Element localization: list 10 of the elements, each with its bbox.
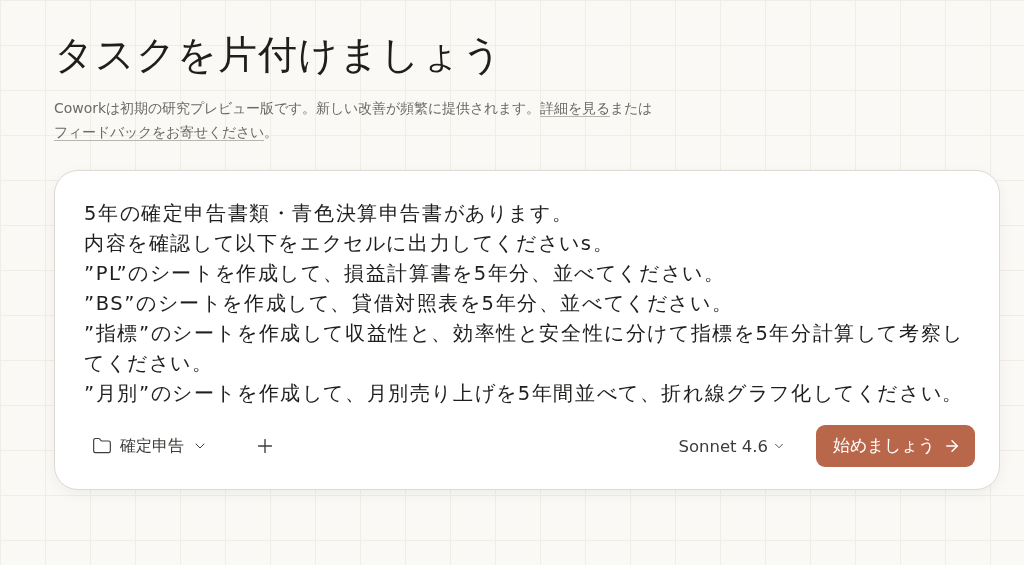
details-link[interactable]: 詳細を見る xyxy=(540,100,611,117)
preview-notice: Coworkは初期の研究プレビュー版です。新しい改善が頻繁に提供されます。詳細を見る または フィードバックをお寄せください。 xyxy=(54,99,654,143)
model-selector[interactable]: Sonnet 4.6 xyxy=(672,435,792,457)
folder-icon xyxy=(92,436,112,456)
folder-button[interactable]: 確定申告 xyxy=(84,431,216,461)
page-title: タスクを片付けましょう xyxy=(54,31,504,79)
arrow-right-icon xyxy=(943,437,961,455)
start-button[interactable]: 始めましょう xyxy=(816,425,975,467)
feedback-link[interactable]: フィードバックをお寄せください xyxy=(54,124,264,141)
prompt-input[interactable]: 5年の確定申告書類・青色決算申告書があります。 内容を確認して以下をエクセルに出力してくださいs。 ”PL”のシートを作成して、損益計算書を5年分、並べてください。 ”BS”のシートを作成して、貸借対照表を5年分、並べてください。 ”指標”のシートを作成して収益性と、効率性と安全性に分けて指標を5年分計算して考察してください。 ”月別”のシートを作成して、月別売り上げを5年間並べて、折れ線グラフ化してください。 xyxy=(84,199,975,409)
